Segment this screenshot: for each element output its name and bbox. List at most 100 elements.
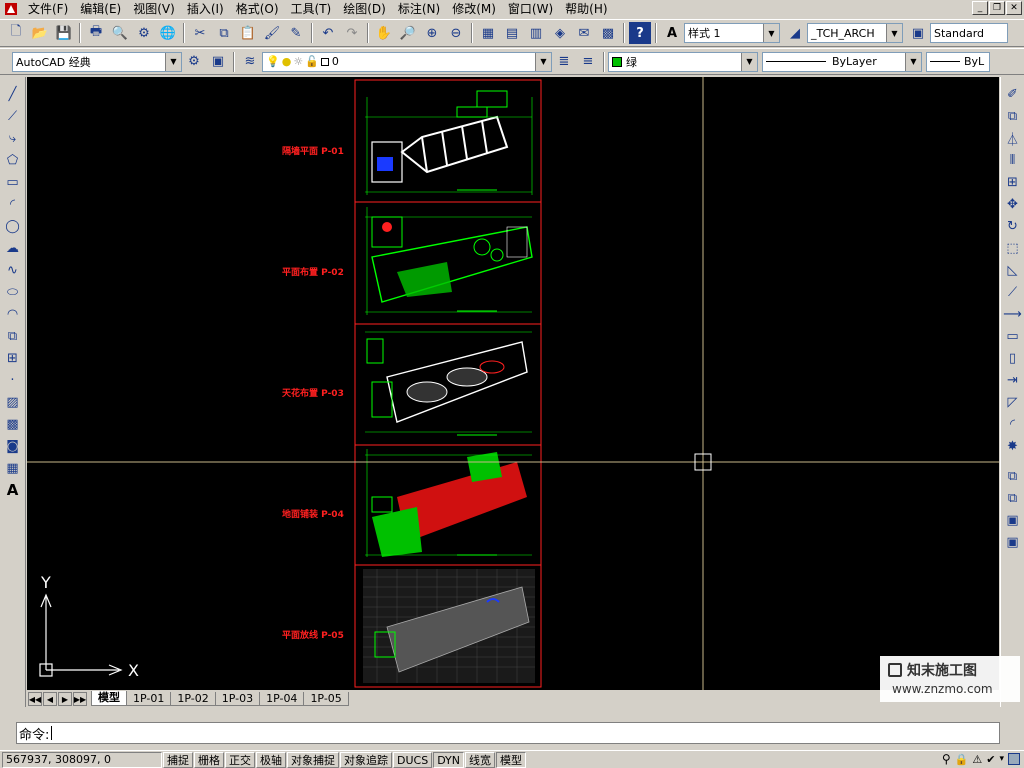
cad-standards-icon[interactable]: ✔	[986, 753, 995, 766]
arc-icon[interactable]: ◜	[3, 194, 23, 215]
join-icon[interactable]: ⇥	[1003, 370, 1023, 391]
web-icon[interactable]: 🌐	[157, 22, 179, 44]
make-block-icon[interactable]: ⊞	[3, 348, 23, 369]
menu-help[interactable]: 帮助(H)	[559, 1, 613, 17]
design-center-icon[interactable]: ▤	[501, 22, 523, 44]
menu-draw[interactable]: 绘图(D)	[337, 1, 392, 17]
sheet-set-icon[interactable]: ◈	[549, 22, 571, 44]
erase-icon[interactable]: ✐	[1003, 84, 1023, 105]
tab-1p-01[interactable]: 1P-01	[126, 692, 172, 706]
color-select[interactable]: 绿 ▼	[608, 51, 758, 72]
command-input[interactable]: 命令:	[16, 722, 1000, 744]
menu-dimension[interactable]: 标注(N)	[392, 1, 446, 17]
construction-line-icon[interactable]: ⟋	[3, 106, 23, 127]
close-button[interactable]: ✕	[1006, 1, 1022, 15]
layer-select[interactable]: 💡 ● ☼ 🔓 0 ▼	[262, 51, 552, 72]
calculator-icon[interactable]: ▩	[597, 22, 619, 44]
circle-icon[interactable]: ◯	[3, 216, 23, 237]
undo-icon[interactable]: ↶	[317, 22, 339, 44]
extend-icon[interactable]: ⟶	[1003, 304, 1023, 325]
print-icon[interactable]: 🖶	[85, 22, 107, 44]
prev-tab-arrow-icon[interactable]: ◀	[43, 692, 57, 706]
copy-object-icon[interactable]: ⧉	[1003, 106, 1023, 127]
otrack-toggle[interactable]: 对象追踪	[340, 751, 392, 768]
stretch-icon[interactable]: ◺	[1003, 260, 1023, 281]
zoom-realtime-icon[interactable]: 🔎	[397, 22, 419, 44]
menu-insert[interactable]: 插入(I)	[181, 1, 230, 17]
rectangle-icon[interactable]: ▭	[3, 172, 23, 193]
lineweight-select[interactable]: ByL	[926, 51, 990, 72]
chamfer-icon[interactable]: ◸	[1003, 392, 1023, 413]
dim-style-select[interactable]: _TCH_ARCH ▼	[807, 23, 903, 43]
markup-icon[interactable]: ✉	[573, 22, 595, 44]
tab-1p-05[interactable]: 1P-05	[303, 692, 349, 706]
lineweight-toggle[interactable]: 线宽	[465, 751, 496, 768]
menu-window[interactable]: 窗口(W)	[502, 1, 559, 17]
help-icon[interactable]: ?	[629, 22, 651, 44]
move-icon[interactable]: ✥	[1003, 194, 1023, 215]
gradient-icon[interactable]: ▩	[3, 414, 23, 435]
dim-style-icon[interactable]: ◢	[784, 22, 806, 44]
zoom-window-icon[interactable]: ⊕	[421, 22, 443, 44]
tab-1p-02[interactable]: 1P-02	[170, 692, 216, 706]
save-icon[interactable]: 💾	[53, 22, 75, 44]
insert-block-icon[interactable]: ⧉	[3, 326, 23, 347]
spline-icon[interactable]: ∿	[3, 260, 23, 281]
model-space[interactable]	[27, 77, 999, 690]
coordinates-display[interactable]: 567937, 308097, 0	[2, 751, 162, 768]
redo-icon[interactable]: ↷	[341, 22, 363, 44]
block-editor-icon[interactable]: ✎	[285, 22, 307, 44]
menu-tools[interactable]: 工具(T)	[285, 1, 338, 17]
match-properties-icon[interactable]: 🖌	[261, 22, 283, 44]
fillet-icon[interactable]: ◜	[1003, 414, 1023, 435]
ortho-toggle[interactable]: 正交	[225, 751, 255, 768]
scale-icon[interactable]: ⬚	[1003, 238, 1023, 259]
osnap-toggle[interactable]: 对象捕捉	[287, 751, 339, 768]
trim-icon[interactable]: ⟋	[1003, 282, 1023, 303]
break-at-point-icon[interactable]: ▭	[1003, 326, 1023, 347]
publish-icon[interactable]: ⚙	[133, 22, 155, 44]
polyline-icon[interactable]: ⤷	[3, 128, 23, 149]
minimize-button[interactable]: _	[972, 1, 988, 15]
preview-icon[interactable]: 🔍	[109, 22, 131, 44]
table-icon[interactable]: ▦	[3, 458, 23, 479]
menu-modify[interactable]: 修改(M)	[446, 1, 502, 17]
tab-model[interactable]: 模型	[91, 691, 127, 706]
multiline-text-icon[interactable]: A	[3, 480, 23, 501]
next-tab-arrow-icon[interactable]: ▶	[58, 692, 72, 706]
grid-toggle[interactable]: 栅格	[194, 751, 224, 768]
send-to-back-icon[interactable]: ⧉	[1003, 488, 1023, 509]
ducs-toggle[interactable]: DUCS	[393, 751, 433, 768]
text-style-icon[interactable]: A	[661, 22, 683, 44]
hatch-icon[interactable]: ▨	[3, 392, 23, 413]
explode-icon[interactable]: ✸	[1003, 436, 1023, 457]
cut-icon[interactable]: ✂	[189, 22, 211, 44]
region-icon[interactable]: ◙	[3, 436, 23, 457]
copy-icon[interactable]: ⧉	[213, 22, 235, 44]
drawing-canvas[interactable]: Y X 隔墙平面 P-01 平面布置 P-02 天花布置 P-03 地面铺装 P…	[27, 77, 999, 690]
line-icon[interactable]: ╱	[3, 84, 23, 105]
bring-above-icon[interactable]: ▣	[1003, 510, 1023, 531]
rotate-icon[interactable]: ↻	[1003, 216, 1023, 237]
layer-manager-icon[interactable]: ≋	[239, 51, 261, 73]
send-under-icon[interactable]: ▣	[1003, 532, 1023, 553]
clean-screen-icon[interactable]	[1008, 753, 1020, 765]
dyn-toggle[interactable]: DYN	[433, 751, 465, 768]
restore-button[interactable]: ❐	[989, 1, 1005, 15]
mirror-icon[interactable]: ⏃	[1003, 128, 1023, 149]
lock-icon[interactable]: 🔒	[955, 753, 969, 766]
table-style-select[interactable]: Standard	[930, 23, 1008, 43]
menu-edit[interactable]: 编辑(E)	[74, 1, 127, 17]
properties-icon[interactable]: ▦	[477, 22, 499, 44]
linetype-select[interactable]: ByLayer ▼	[762, 51, 922, 72]
ellipse-icon[interactable]: ⬭	[3, 282, 23, 303]
pan-icon[interactable]: ✋	[373, 22, 395, 44]
revision-cloud-icon[interactable]: ☁	[3, 238, 23, 259]
zoom-previous-icon[interactable]: ⊖	[445, 22, 467, 44]
tab-1p-04[interactable]: 1P-04	[259, 692, 305, 706]
table-style-icon[interactable]: ▣	[907, 22, 929, 44]
array-icon[interactable]: ⊞	[1003, 172, 1023, 193]
polar-toggle[interactable]: 极轴	[256, 751, 286, 768]
layer-previous-icon[interactable]: ≡	[577, 51, 599, 73]
polygon-icon[interactable]: ⬠	[3, 150, 23, 171]
